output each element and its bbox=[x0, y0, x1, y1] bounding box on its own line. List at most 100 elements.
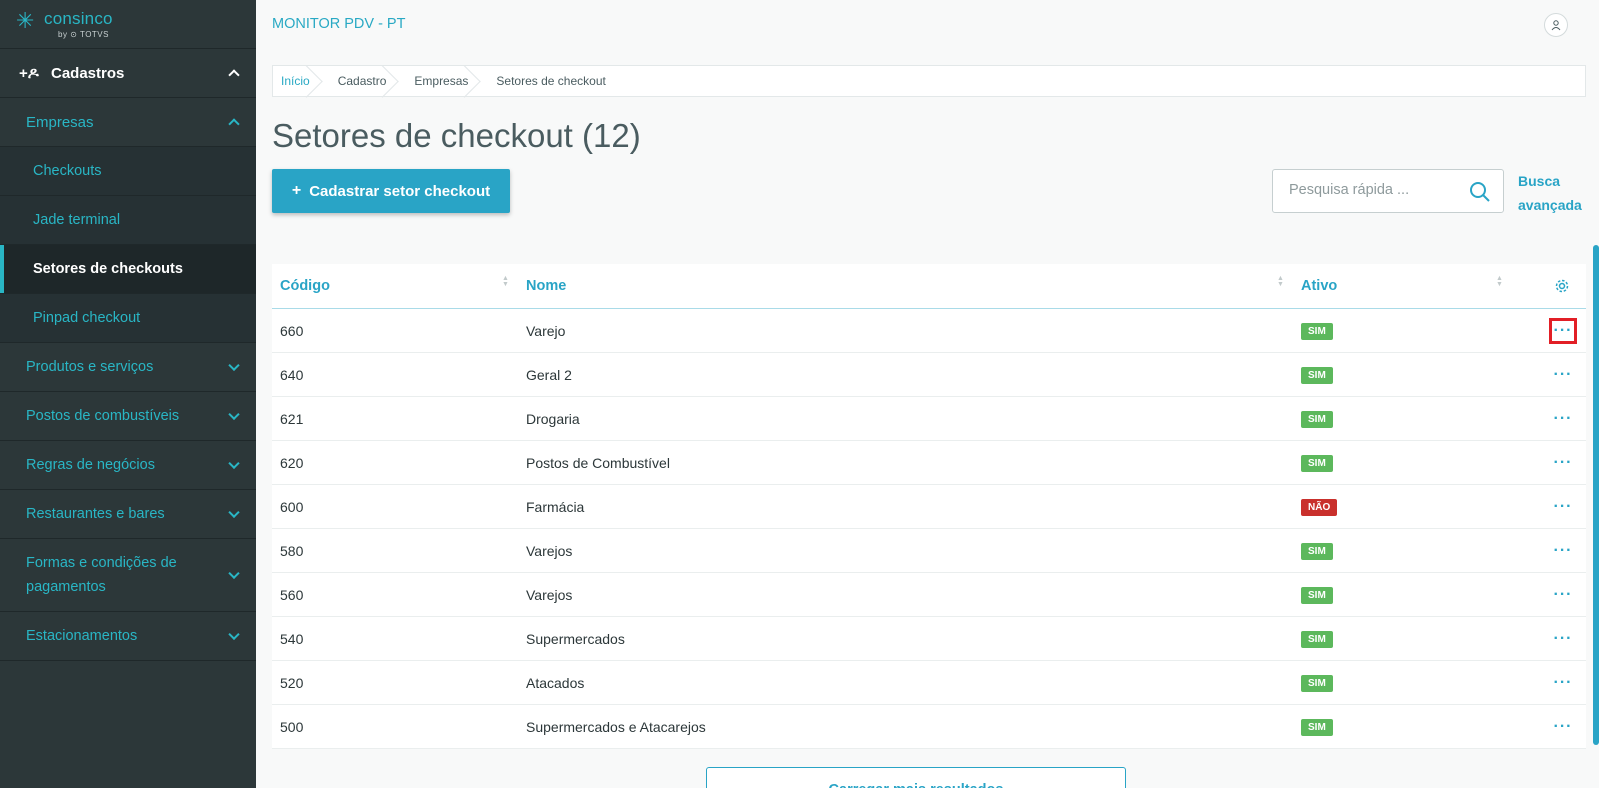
sidebar-item-formas-e-condicoes-de-pagamentos[interactable]: Formas e condições de pagamentos bbox=[0, 539, 256, 612]
add-sector-button-label: Cadastrar setor checkout bbox=[309, 182, 491, 200]
table-row[interactable]: 560 Varejos SIM ··· bbox=[272, 573, 1586, 617]
row-actions-button[interactable]: ··· bbox=[1549, 362, 1577, 388]
search-icon[interactable] bbox=[1469, 181, 1491, 203]
cell-name: Drogaria bbox=[526, 410, 580, 427]
load-more-button[interactable]: Carregar mais resultados bbox=[706, 767, 1126, 788]
search-box bbox=[1272, 169, 1504, 213]
sidebar-item-label: Jade terminal bbox=[33, 212, 121, 228]
scrollbar[interactable] bbox=[1593, 245, 1599, 745]
status-badge: SIM bbox=[1301, 411, 1333, 428]
row-actions-button[interactable]: ··· bbox=[1549, 714, 1577, 740]
cell-name: Geral 2 bbox=[526, 366, 572, 383]
cell-name: Varejos bbox=[526, 586, 573, 603]
search-input[interactable] bbox=[1289, 182, 1459, 198]
sort-icon[interactable]: ▲ ▼ bbox=[1496, 275, 1504, 288]
sidebar-item-jade-terminal[interactable]: Jade terminal bbox=[0, 196, 256, 245]
row-actions-button[interactable]: ··· bbox=[1549, 318, 1577, 344]
breadcrumb: Início Cadastro Empresas Setores de chec… bbox=[272, 65, 1586, 97]
cell-code: 560 bbox=[280, 586, 304, 603]
sidebar-item-label: Empresas bbox=[26, 113, 94, 131]
sidebar-item-label: Setores de checkouts bbox=[33, 261, 183, 277]
table-row[interactable]: 660 Varejo SIM ··· bbox=[272, 309, 1586, 353]
sidebar-item-regras-de-negocios[interactable]: Regras de negócios bbox=[0, 441, 256, 490]
chevron-up-icon bbox=[228, 69, 240, 81]
column-header-nome[interactable]: Nome bbox=[526, 278, 566, 294]
chevron-down-icon bbox=[228, 408, 240, 421]
chevron-down-icon bbox=[228, 567, 240, 580]
column-header-ativo[interactable]: Ativo bbox=[1301, 278, 1337, 294]
chevron-up-icon bbox=[228, 118, 240, 130]
sidebar-item-label: Produtos e serviços bbox=[26, 359, 154, 375]
sort-icon[interactable]: ▲ ▼ bbox=[1277, 275, 1285, 288]
row-actions-button[interactable]: ··· bbox=[1549, 582, 1577, 608]
row-actions-button[interactable]: ··· bbox=[1549, 538, 1577, 564]
advanced-search-link[interactable]: Busca avançada bbox=[1518, 169, 1588, 217]
table-row[interactable]: 600 Farmácia NÃO ··· bbox=[272, 485, 1586, 529]
sort-icon[interactable]: ▲ ▼ bbox=[502, 275, 510, 288]
status-badge: SIM bbox=[1301, 323, 1333, 340]
add-user-icon: +ዶ bbox=[19, 64, 39, 82]
sidebar-item-label: Checkouts bbox=[33, 163, 102, 179]
cell-code: 540 bbox=[280, 630, 304, 647]
plus-icon: + bbox=[291, 182, 302, 199]
sectors-table: Código ▲ ▼ Nome ▲ ▼ Ativo ▲ ▼ 660 Varejo SIM ·… bbox=[272, 264, 1586, 749]
cell-name: Atacados bbox=[526, 674, 585, 691]
sidebar-item-cadastros[interactable]: +ዶ Cadastros bbox=[0, 49, 256, 98]
row-actions-button[interactable]: ··· bbox=[1549, 670, 1577, 696]
cell-name: Varejos bbox=[526, 542, 573, 559]
table-row[interactable]: 620 Postos de Combustível SIM ··· bbox=[272, 441, 1586, 485]
column-header-codigo[interactable]: Código bbox=[280, 278, 330, 294]
status-badge: NÃO bbox=[1301, 499, 1338, 516]
page-title: Setores de checkout (12) bbox=[272, 117, 641, 154]
table-row[interactable]: 621 Drogaria SIM ··· bbox=[272, 397, 1586, 441]
cell-code: 621 bbox=[280, 410, 304, 427]
add-sector-button[interactable]: + Cadastrar setor checkout bbox=[272, 169, 510, 213]
chevron-down-icon bbox=[228, 359, 240, 372]
main-content: MONITOR PDV - PT Início Cadastro Empresa… bbox=[256, 0, 1599, 788]
logo-star-icon: ✳ bbox=[16, 8, 35, 33]
cell-name: Varejo bbox=[526, 322, 566, 339]
table-body: 660 Varejo SIM ··· 640 Geral 2 SIM ··· 621 Drogar… bbox=[272, 309, 1586, 749]
table-row[interactable]: 500 Supermercados e Atacarejos SIM ··· bbox=[272, 705, 1586, 749]
sidebar-item-empresas[interactable]: Empresas bbox=[0, 98, 256, 147]
chevron-down-icon bbox=[228, 457, 240, 470]
sidebar-item-postos-de-combustiveis[interactable]: Postos de combustíveis bbox=[0, 392, 256, 441]
row-actions-button[interactable]: ··· bbox=[1549, 494, 1577, 520]
table-row[interactable]: 520 Atacados SIM ··· bbox=[272, 661, 1586, 705]
cell-code: 660 bbox=[280, 322, 304, 339]
row-actions-button[interactable]: ··· bbox=[1549, 450, 1577, 476]
sidebar-item-estacionamentos[interactable]: Estacionamentos bbox=[0, 612, 256, 661]
table-row[interactable]: 580 Varejos SIM ··· bbox=[272, 529, 1586, 573]
sidebar-item-pinpad-checkout[interactable]: Pinpad checkout bbox=[0, 294, 256, 343]
logo-by: by ⊙ TOTVS bbox=[58, 30, 109, 39]
table-row[interactable]: 640 Geral 2 SIM ··· bbox=[272, 353, 1586, 397]
row-actions-button[interactable]: ··· bbox=[1549, 626, 1577, 652]
status-badge: SIM bbox=[1301, 719, 1333, 736]
table-row[interactable]: 540 Supermercados SIM ··· bbox=[272, 617, 1586, 661]
breadcrumb-item-inicio[interactable]: Início bbox=[273, 66, 324, 96]
gear-icon[interactable] bbox=[1554, 278, 1570, 294]
cell-name: Postos de Combustível bbox=[526, 454, 670, 471]
sidebar-item-label: Pinpad checkout bbox=[33, 310, 141, 326]
cell-name: Farmácia bbox=[526, 498, 585, 515]
sidebar-item-label: Restaurantes e bares bbox=[26, 506, 165, 522]
user-icon[interactable] bbox=[1544, 13, 1568, 37]
sidebar-item-label: Formas e condições de pagamentos bbox=[26, 555, 177, 595]
status-badge: SIM bbox=[1301, 455, 1333, 472]
breadcrumb-item-cadastro[interactable]: Cadastro bbox=[324, 66, 401, 96]
logo[interactable]: ✳ consinco by ⊙ TOTVS bbox=[0, 0, 256, 49]
cell-code: 640 bbox=[280, 366, 304, 383]
sidebar-item-label: Cadastros bbox=[51, 64, 125, 82]
sidebar-item-produtos-e-servicos[interactable]: Produtos e serviços bbox=[0, 343, 256, 392]
cell-code: 520 bbox=[280, 674, 304, 691]
row-actions-button[interactable]: ··· bbox=[1549, 406, 1577, 432]
status-badge: SIM bbox=[1301, 631, 1333, 648]
sidebar-item-restaurantes-e-bares[interactable]: Restaurantes e bares bbox=[0, 490, 256, 539]
sidebar-item-setores-de-checkouts[interactable]: Setores de checkouts bbox=[0, 245, 256, 294]
breadcrumb-item-empresas[interactable]: Empresas bbox=[400, 66, 482, 96]
sidebar-item-checkouts[interactable]: Checkouts bbox=[0, 147, 256, 196]
sidebar: ✳ consinco by ⊙ TOTVS +ዶ Cadastros Empre… bbox=[0, 0, 256, 788]
chevron-down-icon bbox=[228, 506, 240, 519]
cell-code: 620 bbox=[280, 454, 304, 471]
status-badge: SIM bbox=[1301, 367, 1333, 384]
